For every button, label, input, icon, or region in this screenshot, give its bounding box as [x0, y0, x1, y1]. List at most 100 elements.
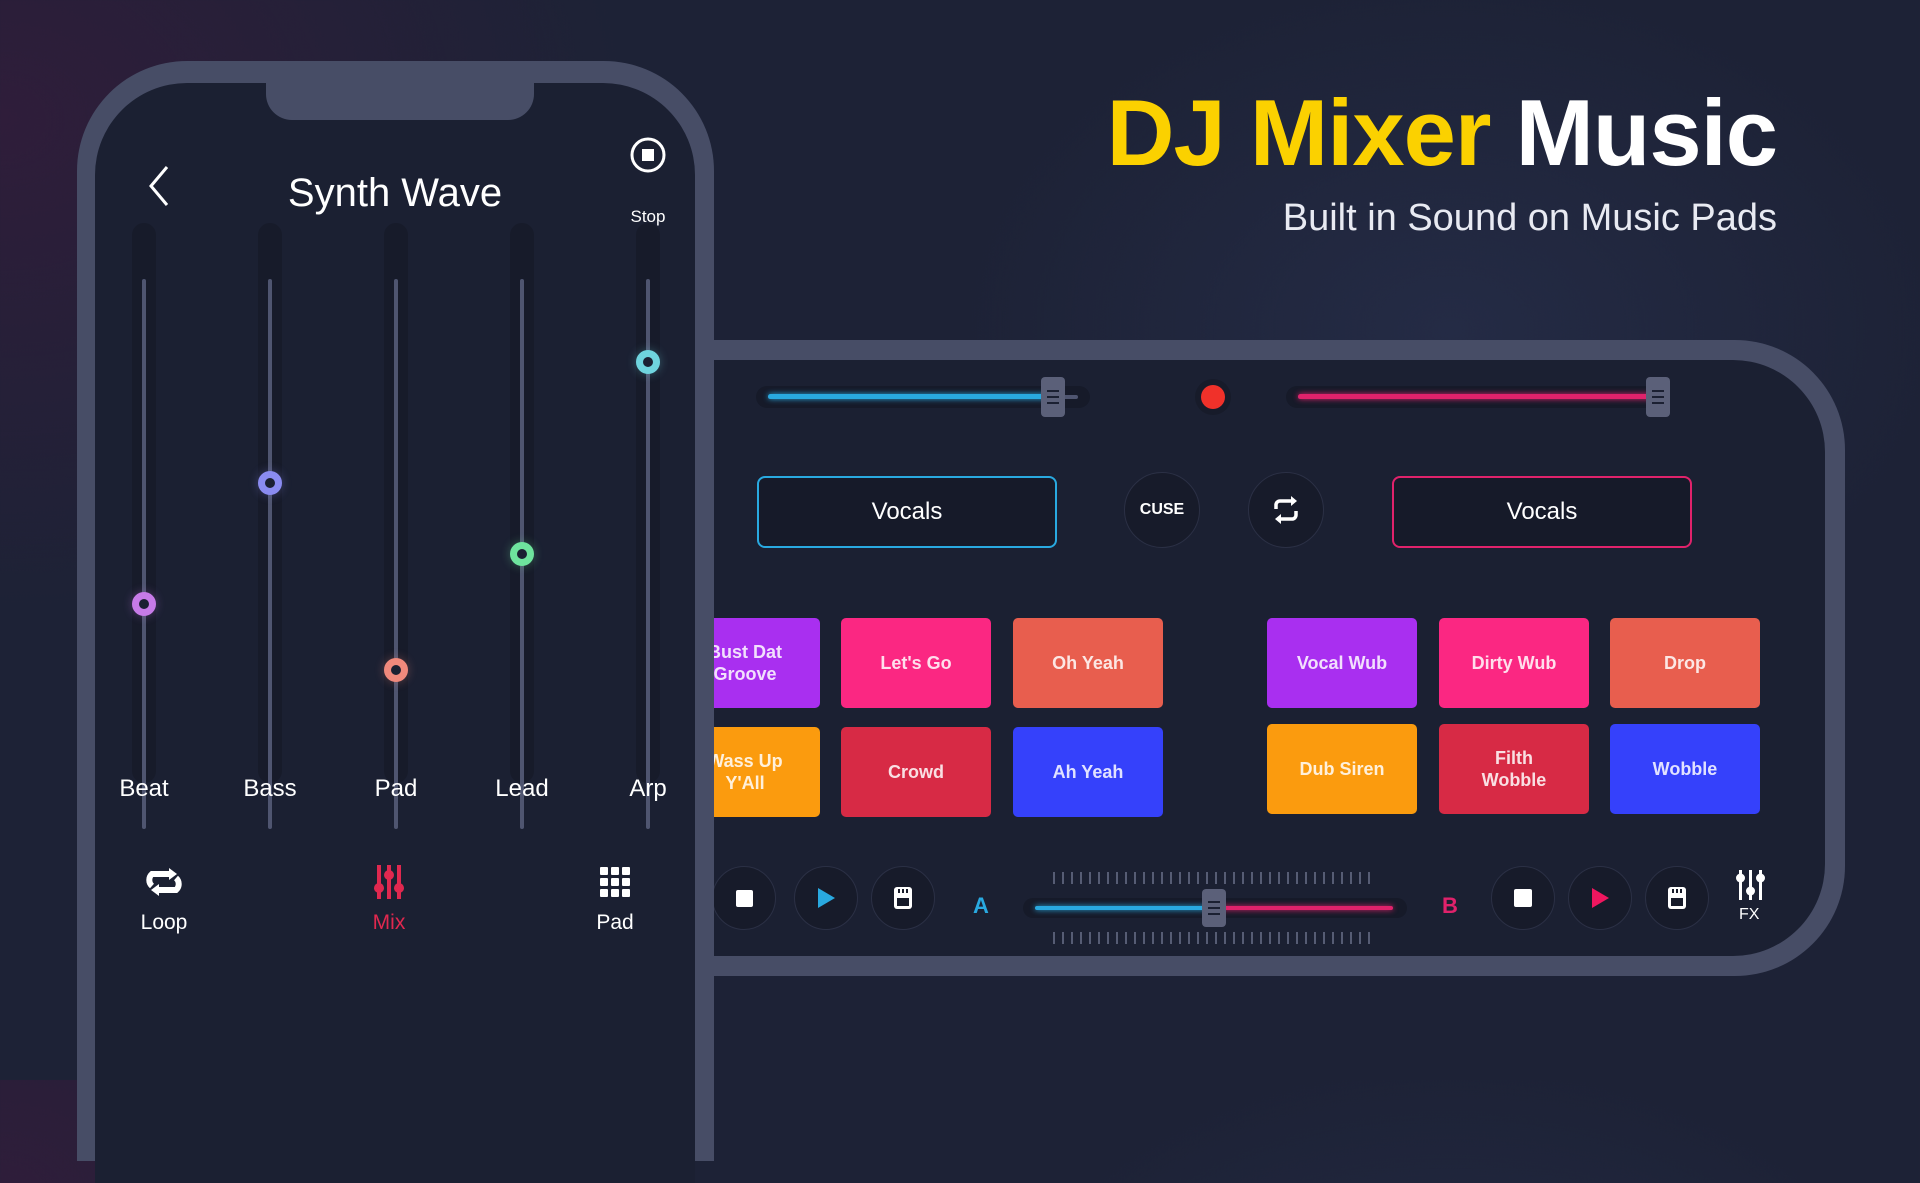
phone-screen: Synth Wave Stop Beat Bass Pad Lead Arp Loop M…	[95, 83, 695, 1183]
deck-b-pad[interactable]: Filth Wobble	[1439, 724, 1589, 814]
deck-b-volume-slider[interactable]	[1286, 377, 1670, 417]
repeat-icon	[1274, 496, 1298, 524]
crossfader-ticks-bottom	[1053, 932, 1373, 944]
stop-icon	[1514, 889, 1532, 907]
stop-icon	[735, 889, 753, 907]
deck-a-pad[interactable]: Ah Yeah	[1013, 727, 1163, 817]
pad-label: Ah Yeah	[1052, 762, 1124, 782]
crossfader[interactable]	[1023, 872, 1407, 944]
deck-b-pad[interactable]: Wobble	[1610, 724, 1760, 814]
deck-b-pad[interactable]: Vocal Wub	[1267, 618, 1417, 708]
loop-icon	[142, 863, 186, 901]
play-icon	[818, 888, 835, 908]
deck-a-pad[interactable]: Oh Yeah	[1013, 618, 1163, 708]
pad-label: Dirty Wub	[1471, 653, 1557, 673]
record-button[interactable]	[1201, 385, 1225, 409]
deck-b-pad[interactable]: Dirty Wub	[1439, 618, 1589, 708]
pad-label: Oh Yeah	[1052, 653, 1124, 673]
fader-arp[interactable]	[633, 223, 663, 829]
deck-a-volume-handle[interactable]	[1041, 377, 1066, 417]
fader-knob[interactable]	[132, 591, 156, 616]
sd-card-icon	[894, 887, 912, 909]
pad-label: Vocal Wub	[1296, 653, 1388, 673]
deck-a-play-button[interactable]	[794, 866, 858, 930]
deck-b-volume-handle[interactable]	[1646, 377, 1670, 417]
equalizer-icon	[1736, 870, 1765, 900]
fader-knob[interactable]	[384, 657, 408, 682]
deck-a-volume-slider[interactable]	[756, 377, 1090, 417]
deck-a-pad[interactable]: Bust Dat Groove	[700, 618, 820, 708]
crossfader-handle[interactable]	[1202, 889, 1226, 927]
sync-button[interactable]	[1248, 472, 1324, 548]
stop-circle-icon	[630, 137, 666, 173]
deck-b-save-button[interactable]	[1645, 866, 1709, 930]
deck-a-pad[interactable]: Crowd	[841, 727, 991, 817]
nav-tab-mix[interactable]: Mix	[329, 863, 449, 935]
deck-b-track-select[interactable]: Vocals	[1392, 476, 1692, 548]
pad-label: Wobble	[1652, 759, 1718, 779]
page-title: Synth Wave	[287, 171, 503, 215]
pad-label: Crowd	[888, 762, 944, 782]
deck-b-pad[interactable]: Dub Siren	[1267, 724, 1417, 814]
fader-label: Beat	[119, 775, 169, 802]
deck-a-volume-fill	[768, 394, 1054, 399]
fader-knob[interactable]	[636, 349, 660, 374]
deck-a-track-select[interactable]: Vocals	[757, 476, 1057, 548]
grid-icon	[599, 863, 631, 901]
fader-track	[268, 279, 272, 829]
mixer-icon	[373, 863, 405, 901]
sd-card-icon	[1668, 887, 1686, 909]
nav-tab-label: Loop	[140, 911, 188, 934]
phone-frame: Synth Wave Stop Beat Bass Pad Lead Arp Loop M…	[77, 61, 714, 1183]
nav-tab-loop[interactable]: Loop	[104, 863, 224, 935]
deck-b-letter: B	[1442, 893, 1458, 918]
deck-b-play-button[interactable]	[1568, 866, 1632, 930]
deck-a-pad[interactable]: Let's Go	[841, 618, 991, 708]
cuse-label: CUSE	[1139, 501, 1185, 518]
hero-subtitle: Built in Sound on Music Pads	[1282, 197, 1777, 239]
fx-label: FX	[1739, 906, 1760, 923]
fader-pad[interactable]	[381, 223, 411, 829]
fader-label: Arp	[629, 775, 667, 802]
phone-notch	[266, 83, 534, 120]
hero-title-rest: Music	[1515, 80, 1778, 185]
fader-label: Pad	[374, 775, 418, 802]
deck-b-volume-fill	[1298, 394, 1658, 399]
fader-beat[interactable]	[129, 223, 159, 829]
play-icon	[1592, 888, 1609, 908]
nav-tab-label: Mix	[372, 911, 406, 934]
deck-a-pad[interactable]: Wass Up Y'All	[700, 727, 820, 817]
fader-label: Lead	[495, 775, 549, 802]
deck-b-stop-button[interactable]	[1491, 866, 1555, 930]
nav-tab-label: Pad	[596, 911, 634, 934]
fader-track	[394, 279, 398, 829]
crossfader-ticks-top	[1053, 872, 1373, 884]
hero-title: DJ Mixer Music	[1107, 86, 1778, 180]
cuse-button[interactable]: CUSE	[1124, 472, 1200, 548]
deck-a-save-button[interactable]	[871, 866, 935, 930]
pad-label: Wass Up Y'All	[707, 751, 783, 793]
pad-label: Filth Wobble	[1481, 748, 1547, 790]
pad-label: Bust Dat Groove	[707, 642, 782, 684]
fx-button[interactable]: FX	[1730, 868, 1770, 928]
fader-label: Bass	[243, 775, 297, 802]
fader-knob[interactable]	[510, 542, 534, 566]
nav-tab-pad[interactable]: Pad	[555, 863, 675, 935]
hero-title-highlight: DJ Mixer	[1106, 80, 1492, 185]
fader-bass[interactable]	[255, 223, 285, 829]
mixer-screen: Vocals CUSE Vocals Bust Dat Groove Let's …	[700, 360, 1825, 956]
fader-lead[interactable]	[507, 223, 537, 829]
mixer-device-frame: Vocals CUSE Vocals Bust Dat Groove Let's …	[700, 340, 1845, 976]
deck-b-pad[interactable]: Drop	[1610, 618, 1760, 708]
crossfader-fill-b	[1214, 906, 1393, 910]
deck-a-stop-button[interactable]	[712, 866, 776, 930]
deck-a-track-label: Vocals	[871, 498, 943, 525]
crossfader-fill-a	[1035, 906, 1214, 910]
pad-label: Dub Siren	[1299, 759, 1385, 779]
deck-a-letter: A	[973, 893, 989, 918]
pad-label: Let's Go	[880, 653, 952, 673]
fader-knob[interactable]	[258, 470, 282, 495]
pad-label: Drop	[1664, 653, 1706, 673]
deck-b-track-label: Vocals	[1506, 498, 1578, 525]
fader-track	[142, 279, 146, 829]
